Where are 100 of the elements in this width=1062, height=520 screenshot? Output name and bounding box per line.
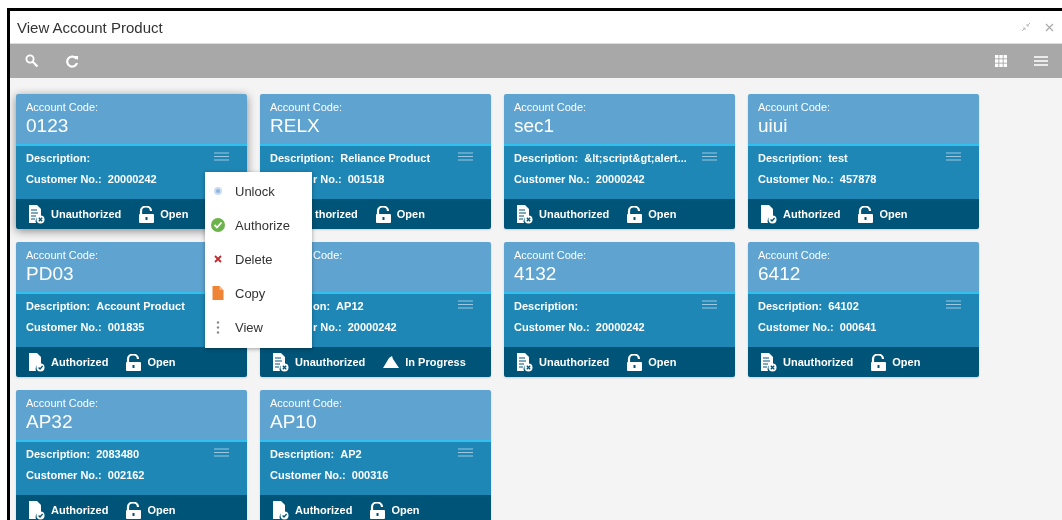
status-text: Authorized <box>51 504 109 516</box>
customer-number: 001518 <box>347 173 385 185</box>
field-label: Description: <box>26 448 91 460</box>
lock-status-text: Open <box>391 504 420 516</box>
field-label: Customer No.: <box>26 321 102 333</box>
account-code: 0123 <box>26 115 69 137</box>
field-label: Description: <box>514 152 579 164</box>
close-icon[interactable] <box>1045 22 1054 32</box>
lock-status-text: In Progress <box>405 356 466 368</box>
lock-status-text: Open <box>147 356 176 368</box>
menu-icon[interactable] <box>458 448 473 457</box>
field-label: Account Code: <box>514 249 587 261</box>
menu-icon[interactable] <box>458 300 473 309</box>
field-label: Description: <box>270 448 335 460</box>
description-value: Reliance Product <box>340 152 431 164</box>
field-label: on: <box>313 300 331 312</box>
refresh-icon[interactable] <box>66 54 79 68</box>
field-label: Customer No.: <box>26 469 102 481</box>
field-label: Description: <box>26 300 91 312</box>
grid-view-icon[interactable] <box>995 55 1007 67</box>
menu-icon[interactable] <box>946 152 961 161</box>
field-label: Customer No.: <box>514 173 590 185</box>
account-code: AP32 <box>26 411 73 433</box>
field-label: Description: <box>758 152 823 164</box>
field-label: Description: <box>758 300 823 312</box>
field-label: Account Code: <box>26 249 99 261</box>
account-code: AP10 <box>270 411 317 433</box>
status-text: Unauthorized <box>51 208 122 220</box>
field-label: Customer No.: <box>270 469 346 481</box>
field-label: Account Code: <box>270 101 343 113</box>
lock-status-text: Open <box>648 356 677 368</box>
account-code: 6412 <box>758 263 801 285</box>
account-code: RELX <box>270 115 320 137</box>
field-label: Customer No.: <box>758 173 834 185</box>
status-text: Unauthorized <box>783 356 854 368</box>
menu-icon[interactable] <box>702 152 717 161</box>
menu-icon[interactable] <box>458 152 473 161</box>
cross-icon <box>211 255 225 263</box>
menu-item[interactable]: View <box>205 310 312 344</box>
menu-icon[interactable] <box>214 448 229 457</box>
field-label: Customer No.: <box>758 321 834 333</box>
description-value: AP12 <box>336 300 364 312</box>
lock-status-text: Open <box>648 208 677 220</box>
description-value: Account Product <box>96 300 185 312</box>
lock-status-text: Open <box>879 208 908 220</box>
customer-number: 457878 <box>839 173 877 185</box>
account-code: uiui <box>758 115 788 137</box>
menu-item[interactable]: Copy <box>205 276 312 310</box>
field-label: Account Code: <box>514 101 587 113</box>
field-label: Account Code: <box>758 249 831 261</box>
lock-status-text: Open <box>892 356 921 368</box>
field-label: Description: <box>514 300 579 312</box>
description-value: &lt;script&gt;alert... <box>584 152 687 164</box>
search-icon[interactable] <box>25 54 39 68</box>
menu-icon[interactable] <box>702 300 717 309</box>
document-icon <box>211 286 225 300</box>
status-text: Authorized <box>295 504 353 516</box>
lock-status-text: Open <box>396 208 425 220</box>
account-code: 4132 <box>514 263 557 285</box>
window-title: View Account Product <box>17 18 163 36</box>
field-label: Customer No.: <box>26 173 102 185</box>
account-code: PD03 <box>26 263 74 285</box>
menu-item[interactable]: Delete <box>205 242 312 276</box>
status-text: thorized <box>315 208 358 220</box>
field-label: Customer No.: <box>514 321 590 333</box>
restore-icon[interactable] <box>1021 22 1031 32</box>
field-label: r No.: <box>313 173 342 185</box>
field-label: r No.: <box>313 321 342 333</box>
menu-item[interactable]: Unlock <box>205 174 312 208</box>
account-code: sec1 <box>514 115 555 137</box>
status-text: Unauthorized <box>295 356 366 368</box>
menu-icon[interactable] <box>946 300 961 309</box>
description-value: AP2 <box>340 448 362 460</box>
customer-number: 000641 <box>839 321 877 333</box>
list-view-icon[interactable] <box>1034 56 1048 66</box>
customer-number: 20000242 <box>107 173 157 185</box>
status-text: Authorized <box>783 208 841 220</box>
customer-number: 002162 <box>107 469 145 481</box>
menu-item[interactable]: Authorize <box>205 208 312 242</box>
status-text: Authorized <box>51 356 109 368</box>
field-label: Code: <box>312 249 343 261</box>
menu-icon[interactable] <box>214 152 229 161</box>
customer-number: 000316 <box>351 469 389 481</box>
field-label: Description: <box>26 152 91 164</box>
circle-icon <box>211 186 225 196</box>
description-value: 64102 <box>828 300 859 312</box>
customer-number: 20000242 <box>347 321 397 333</box>
customer-number: 001835 <box>107 321 145 333</box>
field-label: Account Code: <box>26 397 99 409</box>
field-label: Description: <box>270 152 335 164</box>
status-text: Unauthorized <box>539 356 610 368</box>
lock-status-text: Open <box>160 208 189 220</box>
field-label: Account Code: <box>758 101 831 113</box>
field-label: Account Code: <box>270 397 343 409</box>
lock-status-text: Open <box>147 504 176 516</box>
description-value: 2083480 <box>96 448 139 460</box>
description-value: test <box>828 152 848 164</box>
status-text: Unauthorized <box>539 208 610 220</box>
field-label: Account Code: <box>26 101 99 113</box>
customer-number: 20000242 <box>595 321 645 333</box>
